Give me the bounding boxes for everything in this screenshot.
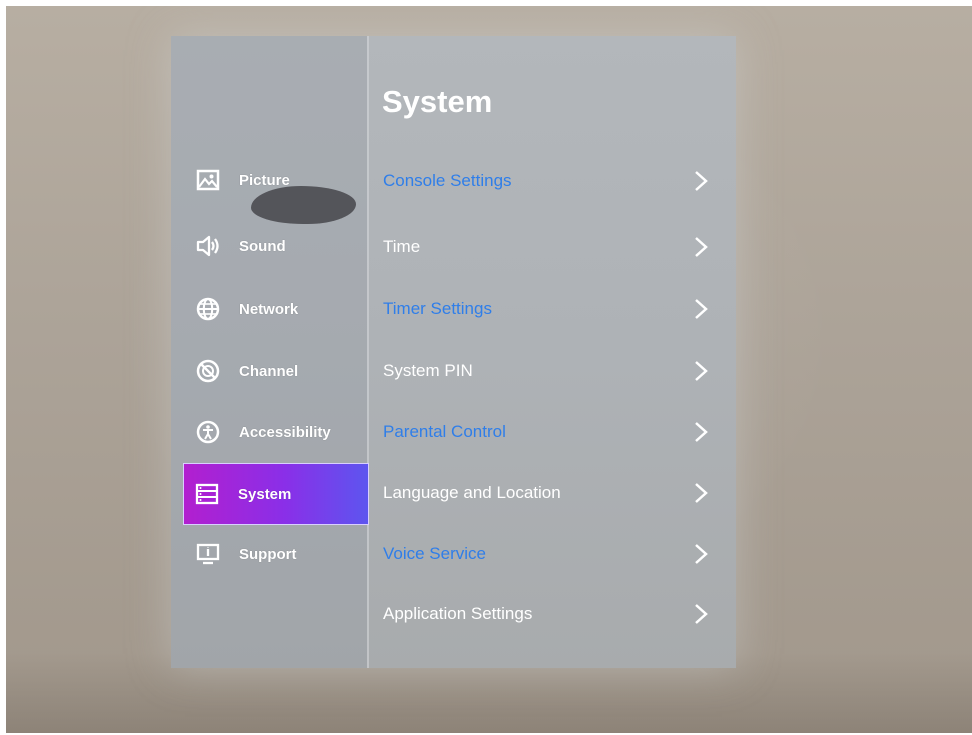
menu-item-label: Voice Service (383, 544, 486, 563)
sidebar-item-sound[interactable]: Sound (185, 218, 369, 274)
menu-item-time[interactable]: Time (383, 222, 723, 272)
tv-settings-screen: Picture Sound Network Channel Accessibil… (171, 36, 736, 668)
menu-item-language-and-location[interactable]: Language and Location (383, 468, 723, 518)
menu-item-label: Parental Control (383, 422, 506, 441)
chevron-right-icon (695, 544, 708, 564)
menu-item-label: Time (383, 237, 421, 256)
sidebar-item-label: Accessibility (239, 423, 331, 441)
menu-item-label: Application Settings (383, 604, 533, 623)
sidebar-item-system[interactable]: System (183, 463, 369, 525)
chevron-right-icon (695, 237, 708, 257)
globe-icon (195, 296, 221, 322)
sidebar-item-label: Support (239, 545, 297, 563)
sidebar-item-channel[interactable]: Channel (185, 343, 369, 399)
sidebar-item-label: Network (239, 300, 299, 318)
sidebar-item-label: Sound (239, 237, 286, 255)
chevron-right-icon (695, 422, 708, 442)
menu-item-parental-control[interactable]: Parental Control (383, 407, 723, 457)
sidebar-item-label: Channel (239, 362, 299, 380)
menu-item-label: Timer Settings (383, 299, 492, 318)
chevron-right-icon (695, 483, 708, 503)
sidebar-item-network[interactable]: Network (185, 281, 369, 337)
picture-icon (195, 167, 221, 193)
chevron-right-icon (695, 604, 708, 624)
menu-item-timer-settings[interactable]: Timer Settings (383, 284, 723, 334)
chevron-right-icon (695, 299, 708, 319)
accessibility-icon (195, 419, 221, 445)
menu-item-label: Language and Location (383, 483, 561, 502)
menu-item-system-pin[interactable]: System PIN (383, 346, 723, 396)
menu-item-label: System PIN (383, 361, 473, 380)
list-icon (194, 481, 220, 507)
sidebar-item-accessibility[interactable]: Accessibility (185, 404, 369, 460)
sidebar-item-support[interactable]: Support (185, 526, 369, 582)
speaker-icon (195, 233, 221, 259)
settings-sidebar: Picture Sound Network Channel Accessibil… (171, 36, 369, 668)
sidebar-item-label: Picture (239, 171, 290, 189)
page-title: System (382, 84, 493, 119)
photo-background: Picture Sound Network Channel Accessibil… (6, 6, 972, 733)
menu-item-console-settings[interactable]: Console Settings (383, 156, 723, 206)
menu-item-application-settings[interactable]: Application Settings (383, 589, 723, 639)
sidebar-item-label: System (238, 485, 292, 503)
chevron-right-icon (695, 361, 708, 381)
menu-item-voice-service[interactable]: Voice Service (383, 529, 723, 579)
menu-item-label: Console Settings (383, 171, 512, 190)
chevron-right-icon (695, 171, 708, 191)
smudge-occlusion (251, 186, 356, 224)
channel-icon (195, 358, 221, 384)
info-screen-icon (195, 541, 221, 567)
